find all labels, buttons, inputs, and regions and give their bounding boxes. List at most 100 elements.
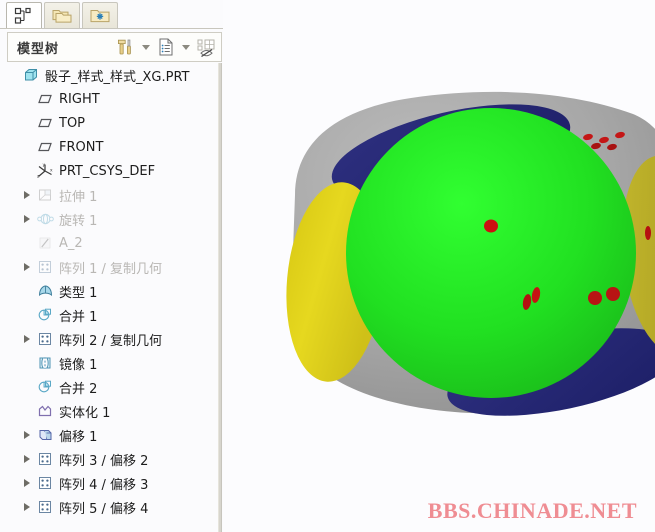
tree-item-label: 合并 2	[59, 381, 98, 397]
page-title: 模型树	[17, 41, 60, 57]
tree-item-18[interactable]: 阵列 5 / 偏移 4	[0, 495, 218, 519]
tree-item-label: 实体化 1	[59, 405, 111, 421]
tree-item-14[interactable]: 实体化 1	[0, 399, 218, 423]
dice-3d-model	[286, 91, 655, 416]
dice-pips-yellow-right	[645, 226, 651, 240]
tree-columns-button[interactable]	[155, 35, 177, 59]
expand-arrow-icon[interactable]	[20, 183, 34, 207]
tree-item-label: 阵列 4 / 偏移 3	[59, 477, 149, 493]
tree-item-label: 旋转 1	[59, 213, 98, 229]
expander-spacer	[20, 375, 34, 399]
pattern-icon	[34, 448, 56, 470]
expander-spacer	[20, 87, 34, 111]
svg-text:y: y	[43, 163, 46, 168]
tree-item-label: TOP	[59, 115, 86, 131]
pattern-icon	[34, 328, 56, 350]
expand-arrow-icon[interactable]	[20, 423, 34, 447]
tree-item-17[interactable]: 阵列 4 / 偏移 3	[0, 471, 218, 495]
tree-item-label: 阵列 5 / 偏移 4	[59, 501, 149, 517]
tree-item-0[interactable]: 骰子_样式_样式_XG.PRT	[0, 63, 218, 87]
datum-plane-icon	[34, 112, 56, 134]
model-tree-header: 模型树	[7, 32, 222, 62]
settings-tools-button[interactable]	[115, 35, 137, 59]
part-cube-icon	[20, 64, 42, 86]
tree-item-label: 拉伸 1	[59, 189, 98, 205]
tree-item-label: RIGHT	[59, 91, 100, 107]
tree-columns-dropdown[interactable]	[179, 35, 193, 59]
folder-browser-tab[interactable]	[44, 2, 80, 29]
expand-arrow-icon[interactable]	[20, 495, 34, 519]
tree-filters-button[interactable]	[195, 35, 217, 59]
tree-item-7[interactable]: A_2	[0, 231, 218, 255]
expander-spacer	[20, 303, 34, 327]
tree-item-8[interactable]: 阵列 1 / 复制几何	[0, 255, 218, 279]
tree-item-5[interactable]: 拉伸 1	[0, 183, 218, 207]
panel-tabstrip	[0, 0, 225, 30]
expander-spacer	[20, 135, 34, 159]
model-tree[interactable]: 骰子_样式_样式_XG.PRT RIGHT TOP FRONT y z x PRT_CSYS_…	[0, 63, 218, 532]
tree-item-12[interactable]: 镜像 1	[0, 351, 218, 375]
expander-spacer	[6, 63, 20, 87]
tree-item-3[interactable]: FRONT	[0, 135, 218, 159]
expand-arrow-icon[interactable]	[20, 207, 34, 231]
expander-spacer	[20, 111, 34, 135]
expand-arrow-icon[interactable]	[20, 447, 34, 471]
expand-arrow-icon[interactable]	[20, 327, 34, 351]
expander-spacer	[20, 399, 34, 423]
merge-icon	[34, 304, 56, 326]
extrude-icon	[34, 184, 56, 206]
pattern-icon	[34, 256, 56, 278]
coordinate-system-icon: yzx	[34, 160, 56, 182]
tree-item-6[interactable]: 旋转 1	[0, 207, 218, 231]
tree-item-11[interactable]: 阵列 2 / 复制几何	[0, 327, 218, 351]
hammer-screwdriver-icon	[116, 37, 136, 57]
header-toolbar	[115, 35, 221, 59]
tree-item-9[interactable]: 类型 1	[0, 279, 218, 303]
tree-hierarchy-icon	[14, 7, 34, 25]
tree-item-16[interactable]: 阵列 3 / 偏移 2	[0, 447, 218, 471]
expander-spacer	[20, 279, 34, 303]
pattern-icon	[34, 496, 56, 518]
tree-item-label: PRT_CSYS_DEF	[59, 163, 156, 179]
mirror-icon	[34, 352, 56, 374]
favorites-folder-tab[interactable]	[82, 2, 118, 29]
offset-icon	[34, 424, 56, 446]
panel-splitter[interactable]	[218, 63, 222, 532]
tree-item-10[interactable]: 合并 1	[0, 303, 218, 327]
tree-item-label: 阵列 1 / 复制几何	[59, 261, 163, 277]
type-surface-icon	[34, 280, 56, 302]
tree-item-label: 合并 1	[59, 309, 98, 325]
tree-item-label: 偏移 1	[59, 429, 98, 445]
expander-spacer	[20, 351, 34, 375]
tree-item-13[interactable]: 合并 2	[0, 375, 218, 399]
datum-plane-icon	[34, 136, 56, 158]
tree-item-1[interactable]: RIGHT	[0, 87, 218, 111]
tree-item-label: 镜像 1	[59, 357, 98, 373]
tree-item-label: 类型 1	[59, 285, 98, 301]
tree-item-2[interactable]: TOP	[0, 111, 218, 135]
settings-tools-dropdown[interactable]	[139, 35, 153, 59]
tree-item-4[interactable]: y z x PRT_CSYS_DEF	[0, 159, 218, 183]
solidify-icon	[34, 400, 56, 422]
datum-axis-icon	[34, 232, 56, 254]
folders-icon	[51, 7, 73, 25]
tree-item-label: A_2	[59, 235, 83, 251]
model-tree-tab[interactable]	[6, 2, 42, 29]
expander-spacer	[20, 231, 34, 255]
application-window: 模型树 骰子_样式_样式_XG.PRT RIGHT TOP FRONT y z …	[0, 0, 655, 532]
dice-pips-front	[484, 219, 498, 233]
tree-item-label: 阵列 3 / 偏移 2	[59, 453, 149, 469]
tree-item-label: 阵列 2 / 复制几何	[59, 333, 163, 349]
tree-item-label: 骰子_样式_样式_XG.PRT	[45, 69, 190, 85]
expand-arrow-icon[interactable]	[20, 471, 34, 495]
graphics-viewport[interactable]: BBS.CHINADE.NET	[223, 0, 655, 532]
tree-item-label: FRONT	[59, 139, 104, 155]
pattern-icon	[34, 472, 56, 494]
tree-filter-icon	[196, 37, 216, 57]
tree-item-15[interactable]: 偏移 1	[0, 423, 218, 447]
forum-watermark: BBS.CHINADE.NET	[427, 498, 637, 523]
tabstrip-underline	[0, 28, 225, 29]
expand-arrow-icon[interactable]	[20, 255, 34, 279]
revolve-icon	[34, 208, 56, 230]
expander-spacer	[20, 159, 34, 183]
